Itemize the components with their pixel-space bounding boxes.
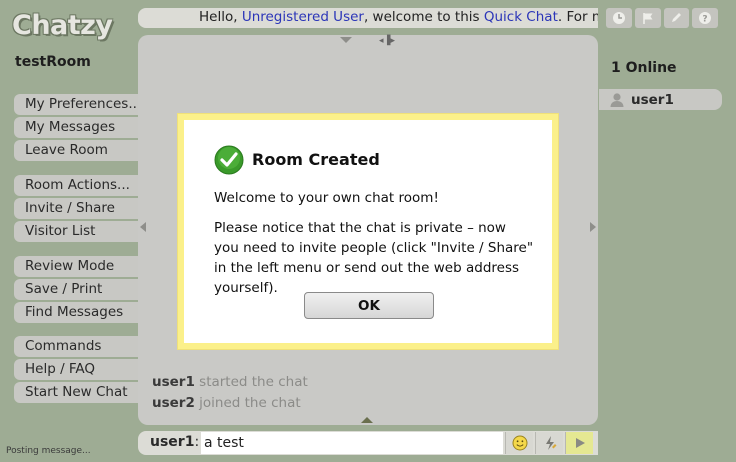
menu-my-preferences[interactable]: My Preferences...: [14, 94, 138, 115]
clock-icon[interactable]: [606, 8, 632, 28]
welcome-middle: , welcome to this: [363, 9, 484, 25]
menu-save-print[interactable]: Save / Print: [14, 279, 138, 300]
svg-text:?: ?: [703, 15, 708, 25]
dialog-notice-text: Please notice that the chat is private –…: [214, 220, 534, 296]
pencil-icon[interactable]: [663, 8, 690, 28]
menu-my-messages[interactable]: My Messages: [14, 117, 138, 138]
menu-start-new-chat[interactable]: Start New Chat: [14, 382, 138, 403]
composer-user-label: user1:: [150, 434, 200, 450]
menu-commands[interactable]: Commands: [14, 336, 138, 357]
menu-group-account: My Preferences... My Messages Leave Room: [14, 94, 138, 163]
online-user-item[interactable]: user1: [599, 89, 722, 110]
help-icon[interactable]: ?: [692, 8, 718, 28]
menu-leave-room[interactable]: Leave Room: [14, 140, 138, 161]
menu-room-actions[interactable]: Room Actions...: [14, 175, 138, 196]
top-toolbar: ?: [606, 8, 718, 28]
collapse-right-arrow-icon[interactable]: [590, 222, 596, 232]
posting-status: Posting message...: [6, 446, 91, 456]
ok-button[interactable]: OK: [304, 292, 434, 319]
message-user[interactable]: user1: [152, 374, 195, 390]
play-icon: [575, 438, 585, 448]
chatzy-logo[interactable]: Chatzy: [12, 10, 113, 41]
quick-chat-link[interactable]: Quick Chat: [484, 9, 558, 25]
message-input[interactable]: [201, 432, 503, 454]
flag-icon[interactable]: [634, 8, 661, 28]
online-count: 1 Online: [611, 60, 677, 76]
menu-help-faq[interactable]: Help / FAQ: [14, 359, 138, 380]
menu-group-history: Review Mode Save / Print Find Messages: [14, 256, 138, 325]
welcome-bar: Hello, Unregistered User, welcome to thi…: [138, 8, 598, 28]
menu-group-help: Commands Help / FAQ Start New Chat: [14, 336, 138, 405]
format-button[interactable]: [535, 432, 563, 454]
message-text: joined the chat: [199, 395, 301, 411]
dialog-title: Room Created: [252, 150, 380, 169]
chat-message: user1 started the chat: [152, 374, 308, 390]
message-text: started the chat: [199, 374, 308, 390]
send-button[interactable]: [565, 432, 593, 454]
collapse-top-arrow-icon[interactable]: [340, 37, 352, 43]
menu-invite-share[interactable]: Invite / Share: [14, 198, 138, 219]
menu-group-room: Room Actions... Invite / Share Visitor L…: [14, 175, 138, 244]
online-user-name: user1: [631, 91, 674, 108]
collapse-left-arrow-icon[interactable]: [140, 222, 146, 232]
checkmark-icon: [214, 145, 244, 175]
room-created-dialog: Room Created Welcome to your own chat ro…: [177, 113, 559, 350]
room-name: testRoom: [15, 54, 91, 70]
message-user[interactable]: user2: [152, 395, 195, 411]
dialog-body: Room Created Welcome to your own chat ro…: [184, 120, 552, 343]
unregistered-user-link[interactable]: Unregistered User: [242, 9, 364, 25]
menu-find-messages[interactable]: Find Messages: [14, 302, 138, 323]
smiley-icon: [512, 435, 527, 451]
resize-handle-icon[interactable]: ◂▐▸: [379, 36, 395, 46]
emoji-button[interactable]: [505, 432, 533, 454]
welcome-greeting: Hello,: [199, 9, 242, 25]
user-avatar-icon: [610, 92, 624, 107]
welcome-suffix: . For more: [557, 9, 598, 25]
chat-message: user2 joined the chat: [152, 395, 301, 411]
menu-review-mode[interactable]: Review Mode: [14, 256, 138, 277]
dialog-welcome-text: Welcome to your own chat room!: [214, 190, 439, 206]
lightning-pencil-icon: [545, 436, 556, 450]
menu-visitor-list[interactable]: Visitor List: [14, 221, 138, 242]
expand-bottom-arrow-icon[interactable]: [361, 417, 373, 423]
